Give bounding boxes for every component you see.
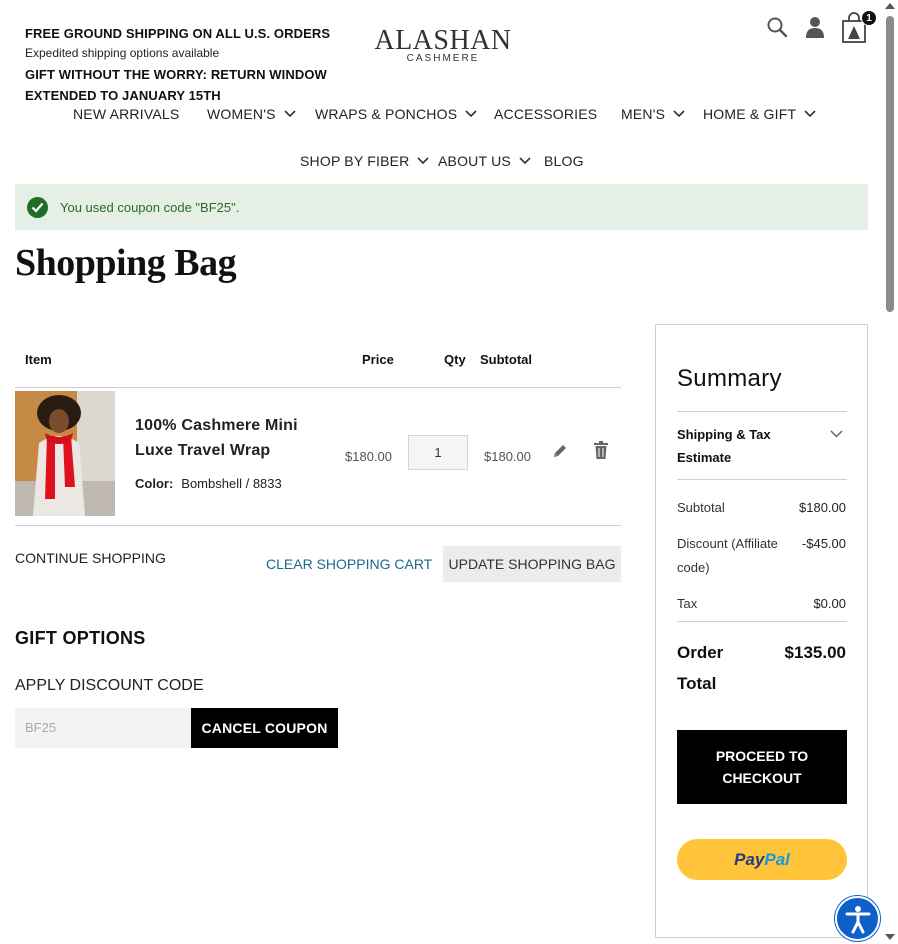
nav-home-gift[interactable]: HOME & GIFT <box>703 106 816 122</box>
discount-summary-label: Discount (Affiliate code) <box>677 536 778 575</box>
promo-gift: GIFT WITHOUT THE WORRY: RETURN WINDOW <box>25 67 327 82</box>
order-summary: Summary Shipping & Tax Estimate Subtotal… <box>655 324 868 938</box>
nav-womens[interactable]: WOMEN'S <box>207 106 296 122</box>
coupon-message-text: You used coupon code "BF25". <box>60 199 240 215</box>
nav-wraps-ponchos[interactable]: WRAPS & PONCHOS <box>315 106 477 122</box>
scrollbar-thumb[interactable] <box>886 16 894 312</box>
nav-label: MEN'S <box>621 106 666 122</box>
nav-shop-by-fiber[interactable]: SHOP BY FIBER <box>300 153 430 169</box>
promo-expedited: Expedited shipping options available <box>25 46 220 60</box>
checkout-button[interactable]: PROCEED TO CHECKOUT <box>677 730 847 804</box>
chevron-down-icon <box>519 157 531 165</box>
page-title: Shopping Bag <box>15 242 237 284</box>
promo-shipping: FREE GROUND SHIPPING ON ALL U.S. ORDERS <box>25 26 331 41</box>
trash-icon[interactable] <box>594 441 608 464</box>
nav-label: BLOG <box>544 153 584 169</box>
promo-banner: FREE GROUND SHIPPING ON ALL U.S. ORDERS … <box>25 26 330 103</box>
scroll-down-icon[interactable] <box>885 934 895 940</box>
update-bag-button[interactable]: UPDATE SHOPPING BAG <box>443 546 621 582</box>
logo-name: ALASHAN <box>374 25 512 56</box>
coupon-success-message: You used coupon code "BF25". <box>15 184 868 230</box>
accessibility-icon[interactable] <box>835 896 880 941</box>
edit-icon[interactable] <box>552 443 568 464</box>
nav-about-us[interactable]: ABOUT US <box>438 153 531 169</box>
header-qty: Qty <box>444 352 466 367</box>
chevron-down-icon[interactable] <box>830 425 843 443</box>
tax-value: $0.00 <box>813 596 846 611</box>
subtotal-value: $180.00 <box>799 500 846 515</box>
nav-label: WOMEN'S <box>207 106 276 122</box>
account-icon[interactable] <box>805 16 825 43</box>
product-name[interactable]: 100% Cashmere Mini Luxe Travel Wrap <box>135 413 325 463</box>
summary-title: Summary <box>677 365 782 392</box>
nav-label: HOME & GIFT <box>703 106 797 122</box>
header-subtotal: Subtotal <box>480 352 532 367</box>
divider <box>677 479 847 480</box>
cancel-coupon-button[interactable]: CANCEL COUPON <box>191 708 338 748</box>
item-price: $180.00 <box>345 449 392 464</box>
nav-mens[interactable]: MEN'S <box>621 106 685 122</box>
scroll-up-icon[interactable] <box>885 3 895 9</box>
clear-cart-link[interactable]: CLEAR SHOPPING CART <box>266 556 432 572</box>
divider <box>677 411 847 412</box>
color-label: Color: <box>135 476 174 491</box>
site-logo[interactable]: ALASHAN CASHMERE <box>372 25 514 64</box>
header-item: Item <box>25 352 52 367</box>
shipping-tax-toggle[interactable]: Shipping & Tax Estimate <box>677 423 797 469</box>
product-color: Color: Bombshell / 8833 <box>135 476 282 491</box>
quantity-input[interactable]: 1 <box>408 435 468 470</box>
nav-label: ACCESSORIES <box>494 106 598 122</box>
nav-label: SHOP BY FIBER <box>300 153 410 169</box>
divider <box>15 525 621 526</box>
nav-blog[interactable]: BLOG <box>544 153 584 169</box>
tax-label: Tax <box>677 596 698 611</box>
nav-label: ABOUT US <box>438 153 511 169</box>
nav-new-arrivals[interactable]: NEW ARRIVALS <box>73 106 179 122</box>
search-icon[interactable] <box>766 16 788 43</box>
chevron-down-icon <box>465 110 477 118</box>
paypal-button[interactable]: Pay Pal <box>677 839 847 880</box>
paypal-pay-text: Pay <box>734 849 765 869</box>
cart-count-badge: 1 <box>861 10 877 26</box>
continue-shopping-link[interactable]: CONTINUE SHOPPING <box>15 550 166 566</box>
product-image[interactable] <box>15 391 115 516</box>
order-total-label: Order Total <box>677 643 724 693</box>
discount-label[interactable]: APPLY DISCOUNT CODE <box>15 677 204 695</box>
divider <box>15 387 621 388</box>
promo-return: EXTENDED TO JANUARY 15TH <box>25 88 221 103</box>
color-value: Bombshell / 8833 <box>181 476 282 491</box>
order-total-value: $135.00 <box>784 643 846 662</box>
chevron-down-icon <box>673 110 685 118</box>
nav-accessories[interactable]: ACCESSORIES <box>494 106 597 122</box>
chevron-down-icon <box>804 110 816 118</box>
item-subtotal: $180.00 <box>484 449 531 464</box>
gift-options-toggle[interactable]: GIFT OPTIONS <box>15 628 146 649</box>
check-icon <box>27 196 48 218</box>
divider <box>677 621 847 622</box>
chevron-down-icon <box>417 157 430 165</box>
chevron-down-icon <box>284 110 296 118</box>
paypal-pal-text: Pal <box>764 849 790 869</box>
nav-label: NEW ARRIVALS <box>73 106 180 122</box>
subtotal-label: Subtotal <box>677 500 725 515</box>
discount-code-input[interactable]: BF25 <box>15 708 191 748</box>
header-price: Price <box>362 352 394 367</box>
discount-summary-value: -$45.00 <box>801 536 846 551</box>
nav-label: WRAPS & PONCHOS <box>315 106 458 122</box>
